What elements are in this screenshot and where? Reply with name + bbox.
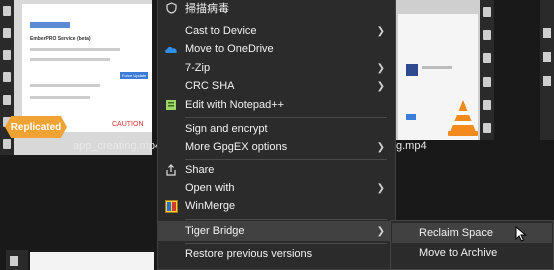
video-thumbnail-bottom-mid[interactable]: [30, 252, 154, 270]
menu-item-tiger-bridge[interactable]: Tiger Bridge ❯: [158, 221, 395, 241]
menu-label-cast: Cast to Device: [185, 25, 257, 37]
menu-item-7zip[interactable]: 7-Zip ❯: [158, 58, 395, 78]
menu-label-onedrive: Move to OneDrive: [185, 43, 274, 55]
menu-item-move-to-onedrive[interactable]: Move to OneDrive: [158, 39, 395, 59]
menu-item-winmerge[interactable]: WinMerge: [158, 196, 395, 216]
submenu-item-reclaim-space[interactable]: Reclaim Space: [392, 223, 552, 243]
menu-item-sign-and-encrypt[interactable]: Sign and encrypt: [158, 119, 395, 139]
winmerge-icon: [164, 199, 178, 213]
video-thumbnail-far-right[interactable]: [540, 0, 554, 140]
menu-separator: [185, 117, 387, 118]
vlc-icon: [448, 100, 478, 136]
menu-item-open-with[interactable]: Open with ❯: [158, 178, 395, 198]
menu-label-open-with: Open with: [185, 182, 235, 194]
menu-item-restore-previous-versions[interactable]: Restore previous versions: [158, 244, 395, 264]
submenu-label-reclaim: Reclaim Space: [419, 227, 493, 239]
menu-label-scan: 掃描病毒: [185, 3, 229, 15]
notepad-plus-plus-icon: [164, 98, 178, 112]
menu-item-crc-sha[interactable]: CRC SHA ❯: [158, 76, 395, 96]
menu-label-tiger-bridge: Tiger Bridge: [185, 225, 245, 237]
tiger-bridge-submenu: Reclaim Space Move to Archive: [390, 220, 554, 270]
replicated-badge: Replicated: [5, 116, 67, 138]
menu-label-sign: Sign and encrypt: [185, 123, 268, 135]
menu-label-crc: CRC SHA: [185, 80, 235, 92]
submenu-item-move-to-archive[interactable]: Move to Archive: [392, 243, 552, 263]
chevron-right-icon: ❯: [376, 182, 385, 194]
file-name-right[interactable]: g.mp4: [396, 140, 427, 152]
chevron-right-icon: ❯: [376, 80, 385, 92]
panel-title: EmberPRO Service (beta): [30, 36, 91, 42]
chevron-right-icon: ❯: [376, 225, 385, 237]
share-icon: [164, 163, 178, 177]
menu-item-scan[interactable]: 掃描病毒: [158, 0, 395, 18]
menu-label-notepad: Edit with Notepad++: [185, 99, 285, 111]
menu-item-share[interactable]: Share: [158, 160, 395, 180]
menu-item-more-gpgex[interactable]: More GpgEX options ❯: [158, 137, 395, 157]
shield-icon: [164, 1, 178, 15]
mouse-cursor-icon: [515, 226, 527, 242]
context-menu: 掃描病毒 Cast to Device ❯ Move to OneDrive 7…: [157, 0, 396, 270]
video-thumbnail-bottom-left[interactable]: [6, 250, 28, 270]
menu-separator: [185, 219, 387, 220]
chevron-right-icon: ❯: [376, 141, 385, 153]
video-thumbnail-right[interactable]: [394, 0, 494, 140]
file-name-left[interactable]: app_creating.mp4: [73, 140, 161, 152]
chevron-right-icon: ❯: [376, 25, 385, 37]
menu-label-winmerge: WinMerge: [185, 200, 236, 212]
menu-label-share: Share: [185, 164, 215, 176]
panel-button: Force Update: [120, 72, 149, 79]
onedrive-icon: [164, 42, 178, 56]
chevron-right-icon: ❯: [376, 62, 385, 74]
thumbnail-screen: EmberPRO Service (beta) Force Update CAU…: [22, 4, 152, 132]
menu-label-gpgex: More GpgEX options: [185, 141, 288, 153]
film-strip-right: [480, 0, 494, 140]
menu-label-7zip: 7-Zip: [185, 62, 211, 74]
menu-item-edit-with-notepad[interactable]: Edit with Notepad++: [158, 95, 395, 115]
menu-item-cast-to-device[interactable]: Cast to Device ❯: [158, 21, 395, 41]
menu-label-restore: Restore previous versions: [185, 248, 313, 260]
caution-label: CAUTION: [112, 121, 144, 128]
submenu-label-archive: Move to Archive: [419, 247, 498, 259]
